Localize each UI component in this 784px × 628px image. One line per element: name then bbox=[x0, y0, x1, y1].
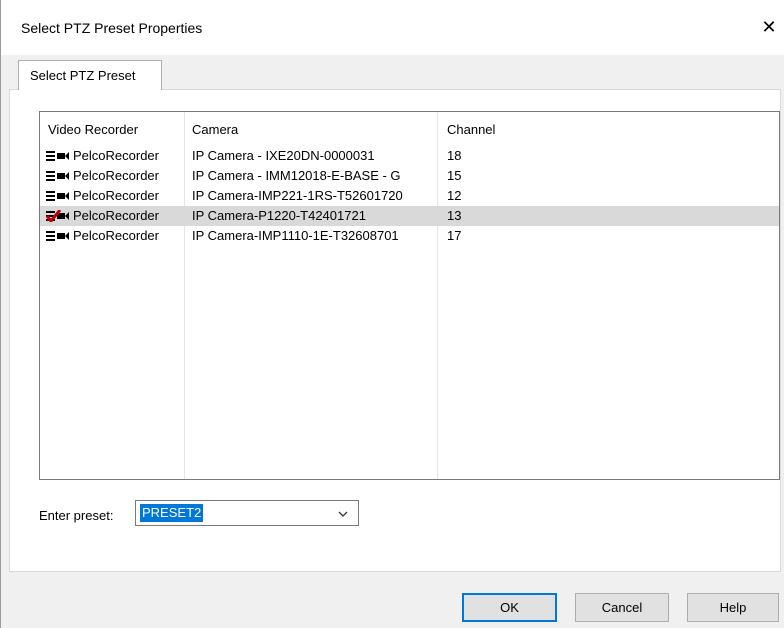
recorder-icon bbox=[46, 171, 69, 181]
column-header-video-recorder[interactable]: Video Recorder bbox=[48, 122, 138, 137]
recorder-name: PelcoRecorder bbox=[73, 168, 159, 183]
list-row-selected[interactable]: PelcoRecorder IP Camera-P1220-T42401721 … bbox=[40, 206, 779, 226]
channel-number: 18 bbox=[447, 148, 462, 163]
list-row[interactable]: PelcoRecorder IP Camera - IMM12018-E-BAS… bbox=[40, 166, 779, 186]
chevron-down-icon[interactable] bbox=[336, 507, 350, 521]
camera-name: IP Camera - IMM12018-E-BASE - G bbox=[192, 168, 401, 183]
preset-input[interactable]: PRESET2 bbox=[140, 504, 204, 522]
tab-label: Select PTZ Preset bbox=[30, 68, 136, 83]
camera-name: IP Camera-IMP1110-1E-T32608701 bbox=[192, 228, 399, 243]
recorder-camera-list[interactable]: Video Recorder Camera Channel PelcoRecor… bbox=[39, 111, 780, 480]
list-row[interactable]: PelcoRecorder IP Camera-IMP221-1RS-T5260… bbox=[40, 186, 779, 206]
channel-number: 13 bbox=[447, 208, 462, 223]
title-bar: Select PTZ Preset Properties ✕ bbox=[1, 0, 784, 55]
recorder-name: PelcoRecorder bbox=[73, 228, 159, 243]
column-header-camera[interactable]: Camera bbox=[192, 122, 238, 137]
column-header-channel[interactable]: Channel bbox=[447, 122, 495, 137]
tab-select-ptz-preset[interactable]: Select PTZ Preset bbox=[18, 60, 162, 90]
list-row[interactable]: PelcoRecorder IP Camera - IXE20DN-000003… bbox=[40, 146, 779, 166]
recorder-name: PelcoRecorder bbox=[73, 188, 159, 203]
preset-combobox[interactable]: PRESET2 bbox=[135, 500, 359, 526]
close-button[interactable]: ✕ bbox=[757, 14, 781, 40]
list-row[interactable]: PelcoRecorder IP Camera-IMP1110-1E-T3260… bbox=[40, 226, 779, 246]
preset-label: Enter preset: bbox=[39, 508, 114, 523]
camera-name: IP Camera-IMP221-1RS-T52601720 bbox=[192, 188, 403, 203]
channel-number: 17 bbox=[447, 228, 462, 243]
channel-number: 12 bbox=[447, 188, 462, 203]
camera-name: IP Camera-P1220-T42401721 bbox=[192, 208, 366, 223]
recorder-name: PelcoRecorder bbox=[73, 208, 159, 223]
help-button[interactable]: Help bbox=[687, 593, 779, 622]
cancel-button[interactable]: Cancel bbox=[575, 593, 669, 622]
recorder-name: PelcoRecorder bbox=[73, 148, 159, 163]
recorder-icon bbox=[46, 191, 69, 201]
recorder-icon bbox=[46, 231, 69, 241]
dialog-body: Select PTZ Preset Video Recorder Camera … bbox=[1, 55, 784, 628]
window-title: Select PTZ Preset Properties bbox=[21, 20, 203, 36]
ok-button[interactable]: OK bbox=[462, 593, 557, 622]
recorder-checked-icon bbox=[46, 210, 69, 222]
camera-name: IP Camera - IXE20DN-0000031 bbox=[192, 148, 375, 163]
recorder-icon bbox=[46, 151, 69, 161]
channel-number: 15 bbox=[447, 168, 462, 183]
